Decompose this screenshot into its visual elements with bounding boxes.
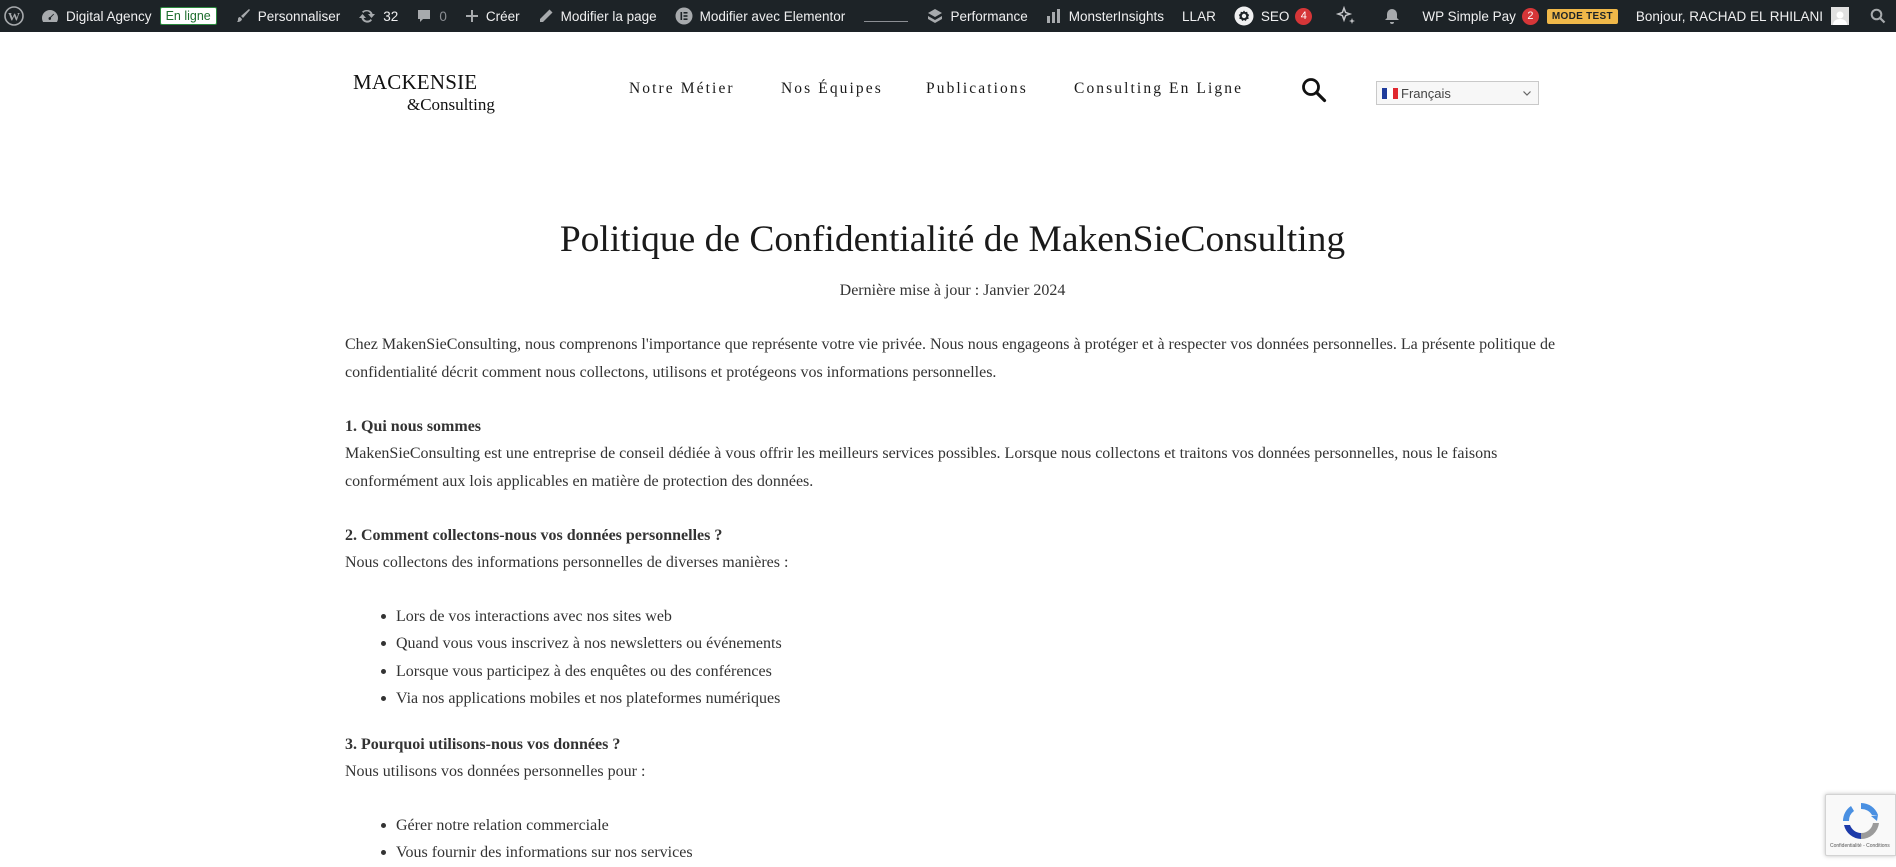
simple-pay-label: WP Simple Pay xyxy=(1422,8,1516,24)
customize-label: Personnaliser xyxy=(257,8,341,24)
elementor-icon xyxy=(675,7,693,25)
site-logo[interactable]: MACKENSIE &Consulting xyxy=(353,70,513,120)
ai-sparkle-button[interactable] xyxy=(1321,0,1371,32)
section-2-text: Nous collectons des informations personn… xyxy=(345,554,789,571)
llar-label: LLAR xyxy=(1182,8,1216,24)
recaptcha-logo-icon xyxy=(1843,803,1879,840)
performance-menu[interactable]: Performance xyxy=(918,0,1036,32)
wordpress-icon: W xyxy=(4,6,24,26)
performance-icon xyxy=(927,8,943,24)
intro-paragraph: Chez MakenSieConsulting, nous comprenons… xyxy=(345,336,1556,381)
nav-item-consulting-en-ligne[interactable]: Consulting En Ligne xyxy=(1074,80,1243,98)
list-item: Lors de vos interactions avec nos sites … xyxy=(381,603,782,630)
create-new-menu[interactable]: Créer xyxy=(456,0,529,32)
section-3-list: Gérer notre relation commerciale Vous fo… xyxy=(381,812,693,867)
customize-button[interactable]: Personnaliser xyxy=(226,0,350,32)
language-label: Français xyxy=(1401,85,1451,101)
seo-label: SEO xyxy=(1260,8,1290,24)
bell-icon xyxy=(1385,9,1400,24)
updates-button[interactable]: 32 xyxy=(349,0,407,32)
online-status-badge: En ligne xyxy=(159,7,217,25)
svg-text:W: W xyxy=(8,10,20,24)
plus-icon xyxy=(465,9,479,23)
monsterinsights-label: MonsterInsights xyxy=(1068,8,1165,24)
chevron-down-icon xyxy=(1523,91,1531,96)
seo-count-badge: 4 xyxy=(1295,7,1313,25)
search-icon xyxy=(1870,8,1886,24)
brush-icon xyxy=(235,8,251,24)
edit-with-elementor-button[interactable]: Modifier avec Elementor xyxy=(666,0,855,32)
updates-icon xyxy=(358,8,376,24)
recaptcha-links[interactable]: Confidentialité - Conditions xyxy=(1830,843,1890,849)
page-title: Politique de Confidentialité de MakenSie… xyxy=(559,219,1346,260)
sparkle-icon xyxy=(1336,5,1356,24)
llar-menu[interactable]: LLAR xyxy=(1173,0,1225,32)
performance-label: Performance xyxy=(950,8,1028,24)
section-3-text: Nous utilisons vos données personnelles … xyxy=(345,763,646,780)
seo-menu[interactable]: SEO 4 xyxy=(1225,0,1322,32)
dashboard-icon xyxy=(41,8,59,24)
logo-line-2: &Consulting xyxy=(407,95,495,114)
simple-pay-count-badge: 2 xyxy=(1521,7,1539,25)
site-header: MACKENSIE &Consulting Notre Métier Nos É… xyxy=(0,32,1896,142)
edit-page-button[interactable]: Modifier la page xyxy=(529,0,666,32)
section-2-list: Lors de vos interactions avec nos sites … xyxy=(381,603,782,712)
comments-button[interactable]: 0 xyxy=(407,0,456,32)
list-item: Vous fournir des informations sur nos se… xyxy=(381,839,693,866)
wordpress-logo-button[interactable]: W xyxy=(0,0,32,32)
comments-count: 0 xyxy=(439,8,447,24)
seo-gear-icon xyxy=(1234,6,1254,26)
nav-item-notre-metier[interactable]: Notre Métier xyxy=(629,80,735,98)
site-search-button[interactable] xyxy=(1300,76,1328,104)
bar-chart-icon xyxy=(1046,8,1062,24)
nav-item-publications[interactable]: Publications xyxy=(926,80,1028,98)
section-3-heading: 3. Pourquoi utilisons-nous vos données ? xyxy=(345,736,621,753)
recaptcha-badge[interactable]: Confidentialité - Conditions xyxy=(1825,794,1896,856)
pencil-icon xyxy=(538,8,554,24)
last-updated-text: Dernière mise à jour : Janvier 2024 xyxy=(839,282,1066,299)
section-2-heading: 2. Comment collectons-nous vos données p… xyxy=(345,527,723,544)
greeting-label: Bonjour, RACHAD EL RHILANI xyxy=(1635,8,1823,24)
edit-elementor-label: Modifier avec Elementor xyxy=(699,8,846,24)
list-item: Via nos applications mobiles et nos plat… xyxy=(381,685,782,712)
logo-line-1: MACKENSIE xyxy=(353,70,478,94)
wp-admin-bar: W Digital Agency En ligne Personnaliser … xyxy=(0,0,1896,32)
admin-search-button[interactable] xyxy=(1858,0,1896,32)
section-1-text: MakenSieConsulting est une entreprise de… xyxy=(345,445,1498,490)
notifications-button[interactable] xyxy=(1371,0,1413,32)
section-1-heading: 1. Qui nous sommes xyxy=(345,418,482,435)
updates-count: 32 xyxy=(383,8,399,24)
list-item: Quand vous vous inscrivez à nos newslett… xyxy=(381,630,782,657)
create-label: Créer xyxy=(485,8,520,24)
wp-simple-pay-menu[interactable]: WP Simple Pay 2 MODE TEST xyxy=(1413,0,1627,32)
search-icon xyxy=(1302,78,1327,103)
list-item: Gérer notre relation commerciale xyxy=(381,812,693,839)
admin-bar-right: WP Simple Pay 2 MODE TEST Bonjour, RACHA… xyxy=(1321,0,1896,32)
admin-bar-empty-item[interactable] xyxy=(864,10,909,22)
nav-item-nos-equipes[interactable]: Nos Équipes xyxy=(781,80,883,98)
mode-test-badge: MODE TEST xyxy=(1546,8,1618,24)
language-select[interactable]: Français xyxy=(1376,81,1539,105)
avatar xyxy=(1831,7,1849,25)
site-name-label: Digital Agency xyxy=(66,8,152,24)
edit-page-label: Modifier la page xyxy=(560,8,657,24)
list-item: Lorsque vous participez à des enquêtes o… xyxy=(381,658,782,685)
monsterinsights-menu[interactable]: MonsterInsights xyxy=(1037,0,1173,32)
french-flag-icon xyxy=(1382,87,1398,99)
comment-icon xyxy=(416,8,432,24)
my-account-menu[interactable]: Bonjour, RACHAD EL RHILANI xyxy=(1627,0,1858,32)
site-name-menu[interactable]: Digital Agency En ligne xyxy=(32,0,226,32)
